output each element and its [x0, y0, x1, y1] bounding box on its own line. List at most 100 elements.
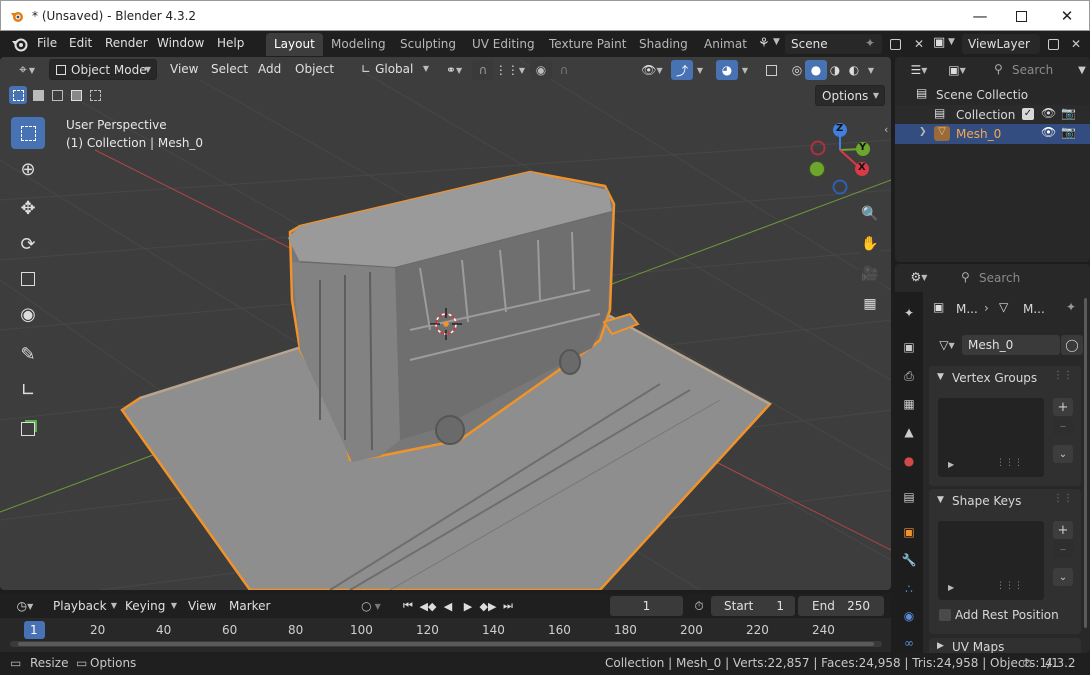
- tool-select-box[interactable]: [11, 117, 45, 149]
- gizmo-neg-y-axis[interactable]: [809, 161, 825, 177]
- camera-view-button[interactable]: 🎥: [857, 261, 883, 287]
- properties-search-input[interactable]: ⚲ Search: [955, 268, 1073, 288]
- tab-shading[interactable]: Shading: [631, 33, 696, 56]
- exclude-checkbox[interactable]: ✓: [1022, 108, 1034, 120]
- drag-handle-icon[interactable]: ⋮⋮: [1053, 370, 1073, 381]
- select-new-button[interactable]: [9, 86, 27, 104]
- tab-output[interactable]: ⎙: [898, 365, 920, 387]
- menu-file[interactable]: File: [37, 36, 57, 50]
- chevron-right-icon[interactable]: ❯: [919, 127, 927, 137]
- falloff-button[interactable]: ∩: [553, 60, 575, 80]
- vertex-groups-title[interactable]: Vertex Groups: [952, 371, 1037, 385]
- ortho-toggle-button[interactable]: ▦: [857, 291, 883, 317]
- chevron-down-icon[interactable]: ▼: [937, 495, 944, 505]
- tab-constraints[interactable]: ∞: [898, 632, 920, 654]
- camera-icon[interactable]: 📷: [1061, 125, 1076, 139]
- scene-browse-button[interactable]: ⚘ ▼: [754, 34, 784, 54]
- timeline-menu-marker[interactable]: Marker: [229, 599, 270, 613]
- preview-range-toggle[interactable]: ⏱: [688, 596, 710, 616]
- outliner-row-collection[interactable]: ▤ Collection ✓ 👁 📷: [895, 105, 1090, 125]
- tool-cursor[interactable]: ⊕: [11, 153, 45, 185]
- expand-icon[interactable]: ▶: [948, 460, 954, 469]
- vertex-group-specials-button[interactable]: ⌄: [1053, 445, 1073, 463]
- pivot-point-button[interactable]: ⚭ ▼: [440, 60, 468, 80]
- tab-render[interactable]: ▣: [898, 336, 920, 358]
- view-layer-browse-button[interactable]: ▣ ▼: [929, 34, 959, 54]
- tab-tool[interactable]: ✦: [898, 302, 920, 324]
- jump-end-button[interactable]: ⏭: [498, 596, 518, 616]
- overlays-options-button[interactable]: ▼: [738, 60, 752, 80]
- fake-user-button[interactable]: ◯: [1061, 335, 1083, 355]
- overlays-toggle[interactable]: ◕: [716, 60, 738, 80]
- tool-measure[interactable]: ∟: [11, 374, 45, 406]
- prev-keyframe-button[interactable]: ◀◆: [418, 596, 438, 616]
- play-button[interactable]: ▶: [458, 596, 478, 616]
- editor-type-button[interactable]: ⌖ ▼: [11, 60, 43, 80]
- mesh-object[interactable]: [120, 170, 772, 590]
- camera-icon[interactable]: 📷: [1061, 106, 1076, 120]
- uv-maps-title[interactable]: UV Maps: [952, 640, 1004, 653]
- eye-icon[interactable]: 👁: [1041, 106, 1056, 120]
- outliner-search-input[interactable]: ⚲ Search: [988, 60, 1072, 80]
- chevron-down-icon[interactable]: ▼: [937, 372, 944, 382]
- tab-scene[interactable]: ▲: [898, 421, 920, 443]
- keying-menu[interactable]: Keying ▼: [119, 596, 179, 617]
- display-mode-button[interactable]: ▣ ▼: [942, 60, 972, 80]
- pan-button[interactable]: ✋: [857, 231, 883, 257]
- mode-dropdown[interactable]: Object Mode ▼: [49, 59, 157, 80]
- resize-grip-icon[interactable]: ⋮⋮⋮: [996, 458, 1023, 468]
- 3d-viewport[interactable]: Z Y X User Perspective (1) Collection | …: [0, 57, 891, 590]
- minimize-button[interactable]: —: [957, 1, 1003, 31]
- tab-particles[interactable]: ∴: [898, 578, 920, 600]
- gizmo-neg-z-axis[interactable]: [832, 179, 848, 195]
- tab-layout[interactable]: Layout: [266, 33, 323, 56]
- tool-annotate[interactable]: ✎: [11, 338, 45, 370]
- menu-edit[interactable]: Edit: [69, 36, 92, 50]
- tool-add-cube[interactable]: [11, 413, 45, 445]
- sidebar-toggle-icon[interactable]: ‹: [884, 123, 888, 136]
- properties-editor-type-button[interactable]: ⚙ ▼: [904, 267, 934, 287]
- close-button[interactable]: ✕: [1044, 1, 1090, 31]
- outliner-editor-type-button[interactable]: ☰ ▼: [904, 60, 934, 80]
- maximize-button[interactable]: [998, 1, 1044, 31]
- select-subtract-button[interactable]: [48, 86, 66, 104]
- start-frame-field[interactable]: Start 1: [711, 596, 795, 616]
- scene-name-field[interactable]: Scene ✦: [785, 34, 882, 54]
- outliner-row-scene-collection[interactable]: ▤ Scene Collectio: [895, 85, 1090, 105]
- select-extend-button[interactable]: [29, 86, 47, 104]
- add-vertex-group-button[interactable]: +: [1053, 398, 1073, 416]
- gizmo-toggle[interactable]: ⤴: [671, 60, 693, 80]
- properties-scrollbar[interactable]: [1084, 298, 1087, 628]
- tool-rotate[interactable]: ⟳: [11, 228, 45, 260]
- proportional-edit-toggle[interactable]: ◉: [530, 60, 552, 80]
- snap-toggle[interactable]: ∩: [472, 60, 494, 80]
- timeline-scrollbar[interactable]: [10, 641, 882, 647]
- shape-keys-list[interactable]: ▶ ⋮⋮⋮: [938, 521, 1044, 600]
- remove-vertex-group-button[interactable]: –: [1053, 417, 1073, 435]
- new-scene-button[interactable]: [884, 34, 906, 54]
- menu-select[interactable]: Select: [211, 62, 248, 76]
- vertex-groups-list[interactable]: ▶ ⋮⋮⋮: [938, 398, 1044, 477]
- tab-sculpting[interactable]: Sculpting: [392, 33, 464, 56]
- menu-render[interactable]: Render: [105, 36, 148, 50]
- menu-window[interactable]: Window: [157, 36, 204, 50]
- pin-icon[interactable]: ✦: [865, 36, 875, 50]
- menu-view[interactable]: View: [170, 62, 198, 76]
- tab-object[interactable]: ▣: [898, 521, 920, 543]
- tab-physics[interactable]: ◉: [898, 605, 920, 627]
- select-intersect-button[interactable]: [86, 86, 104, 104]
- timeline-editor-type-button[interactable]: ◷ ▼: [10, 596, 40, 616]
- next-keyframe-button[interactable]: ◆▶: [478, 596, 498, 616]
- add-rest-position-checkbox[interactable]: [939, 609, 951, 621]
- remove-shape-key-button[interactable]: –: [1053, 540, 1073, 558]
- play-reverse-button[interactable]: ◀: [438, 596, 458, 616]
- xray-toggle[interactable]: [760, 60, 782, 80]
- drag-handle-icon[interactable]: ⋮⋮: [1053, 493, 1073, 504]
- jump-start-button[interactable]: ⏮: [398, 596, 418, 616]
- shape-keys-title[interactable]: Shape Keys: [952, 494, 1021, 508]
- current-frame-field[interactable]: 1: [610, 596, 683, 616]
- view-layer-name-field[interactable]: ViewLayer: [962, 34, 1040, 54]
- select-invert-button[interactable]: [67, 86, 85, 104]
- filter-button[interactable]: ▼: [1075, 60, 1089, 80]
- tab-modeling[interactable]: Modeling: [323, 33, 394, 56]
